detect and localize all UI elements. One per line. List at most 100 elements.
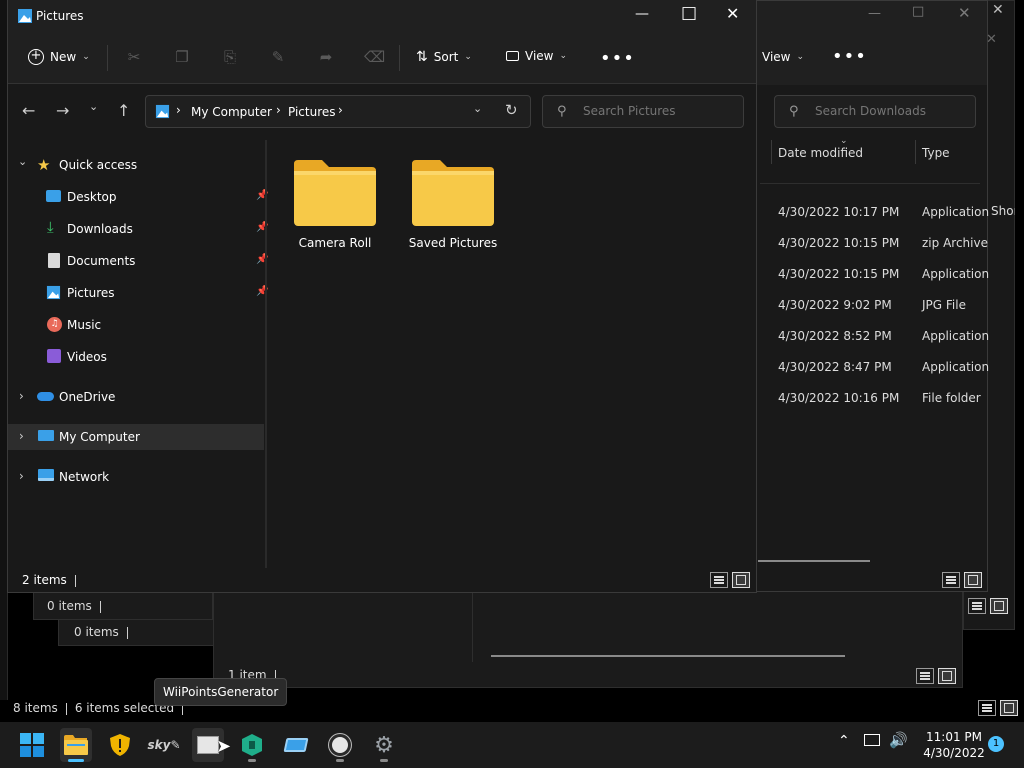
sidebar-item-videos[interactable]: Videos <box>8 344 264 370</box>
minimize-icon[interactable]: — <box>635 6 649 22</box>
details-view-button[interactable] <box>710 572 728 588</box>
sidebar-item-onedrive[interactable]: › OneDrive <box>8 384 264 410</box>
sidebar-item-pictures[interactable]: Pictures 📌 <box>8 280 268 306</box>
taskbar-sky-app[interactable]: sky✎ <box>148 728 181 762</box>
downloads-details-view-button[interactable] <box>942 572 960 588</box>
bg-scrollbar[interactable] <box>491 655 845 657</box>
up-arrow-icon[interactable]: ↑ <box>117 101 130 120</box>
desk-tiles-view-button[interactable] <box>1000 700 1018 716</box>
large-icons-view-button[interactable] <box>732 572 750 588</box>
network-tray-icon[interactable] <box>864 734 880 746</box>
taskbar-security-app[interactable] <box>104 728 136 762</box>
back-arrow-icon[interactable]: ← <box>22 101 35 120</box>
desktop-close-icon[interactable]: ✕ <box>992 2 1004 18</box>
recent-locations-chevron-icon[interactable]: ⌄ <box>89 100 98 113</box>
folder-item-camera-roll[interactable]: Camera Roll <box>285 158 385 250</box>
navigation-pane: ⌄ ★ Quick access Desktop 📌 ⤓ Downloads 📌… <box>8 140 268 568</box>
downloads-more-icon[interactable]: ••• <box>832 46 867 67</box>
rename-icon[interactable]: ✎ <box>268 48 288 68</box>
address-bar[interactable]: › My Computer › Pictures › ⌄ ↻ <box>145 95 531 128</box>
table-row[interactable]: 4/30/2022 10:15 PM Application <box>778 267 989 287</box>
chevron-right-icon[interactable]: › <box>19 469 24 483</box>
downloads-hscrollbar[interactable] <box>758 560 870 562</box>
sidebar-item-desktop[interactable]: Desktop 📌 <box>8 184 268 210</box>
start-button[interactable] <box>16 728 48 762</box>
bgr-details-view-button[interactable] <box>968 598 986 614</box>
breadcrumb-separator-icon[interactable]: › <box>276 103 281 117</box>
table-row[interactable]: 4/30/2022 9:02 PM JPG File <box>778 298 966 318</box>
forward-arrow-icon[interactable]: → <box>56 101 69 120</box>
downloads-tiles-view-button[interactable] <box>964 572 982 588</box>
chevron-right-icon[interactable]: › <box>19 429 24 443</box>
system-clock[interactable]: 11:01 PM 4/30/2022 <box>916 729 992 761</box>
downloads-view-button[interactable]: View ⌄ <box>762 50 804 64</box>
search-icon: ⚲ <box>557 104 567 119</box>
show-hidden-icons-chevron-icon[interactable]: ⌃ <box>838 733 850 749</box>
search-box[interactable]: ⚲ <box>542 95 744 128</box>
bg3-tiles-view-button[interactable] <box>938 668 956 684</box>
column-date-modified[interactable]: Date modified <box>778 146 863 160</box>
breadcrumb-separator-icon[interactable]: › <box>176 103 181 117</box>
sidebar-item-network[interactable]: › Network <box>8 464 264 490</box>
breadcrumb-separator-icon[interactable]: › <box>338 103 343 117</box>
table-row[interactable]: 4/30/2022 10:17 PM Application <box>778 205 989 225</box>
taskbar-clock-app[interactable] <box>324 728 356 762</box>
copy-icon[interactable]: ❐ <box>172 48 192 68</box>
status-bar: 2 items <box>8 568 756 592</box>
breadcrumb-my-computer[interactable]: My Computer <box>191 105 272 119</box>
sidebar-item-music[interactable]: ♫ Music <box>8 312 264 338</box>
new-button[interactable]: + New ⌄ <box>28 49 90 65</box>
table-row[interactable]: 4/30/2022 10:16 PM File folder <box>778 391 981 411</box>
sidebar-item-quick-access[interactable]: ⌄ ★ Quick access <box>8 152 264 178</box>
taskbar-drive-app[interactable] <box>280 728 312 762</box>
volume-icon[interactable]: 🔊 <box>889 731 908 749</box>
chevron-right-icon[interactable]: › <box>19 389 24 403</box>
downloads-search-input[interactable] <box>815 104 965 118</box>
downloads-search-box[interactable]: ⚲ <box>774 95 976 128</box>
delete-icon[interactable]: ⌫ <box>364 48 385 68</box>
maximize-icon[interactable]: □ <box>681 3 697 23</box>
table-row[interactable]: 4/30/2022 10:15 PM zip Archive <box>778 236 988 256</box>
sort-chevron-icon: ⌄ <box>840 136 848 146</box>
view-icon <box>506 51 519 61</box>
file-view: Camera Roll Saved Pictures <box>268 140 754 568</box>
column-type[interactable]: Type <box>922 146 950 160</box>
windows-logo-icon <box>20 733 44 757</box>
breadcrumb-pictures[interactable]: Pictures <box>288 105 336 119</box>
share-icon[interactable]: ➦ <box>316 48 336 68</box>
chevron-down-icon[interactable]: ⌄ <box>18 155 27 168</box>
downloads-minimize-icon[interactable]: — <box>868 6 881 21</box>
address-dropdown-chevron-icon[interactable]: ⌄ <box>473 102 482 115</box>
pane-splitter[interactable] <box>265 140 267 568</box>
cut-icon[interactable]: ✂ <box>124 48 144 68</box>
bg3-details-view-button[interactable] <box>916 668 934 684</box>
downloads-titlebar <box>741 1 987 85</box>
desk-details-view-button[interactable] <box>978 700 996 716</box>
downloads-search-icon: ⚲ <box>789 104 799 119</box>
more-options-icon[interactable]: ••• <box>600 48 635 69</box>
table-row[interactable]: 4/30/2022 8:52 PM Application <box>778 329 989 349</box>
taskbar-settings[interactable]: ⚙ <box>368 728 400 762</box>
downloads-maximize-icon[interactable]: □ <box>912 4 924 19</box>
bg-status-b: 0 items <box>74 625 136 639</box>
notification-badge[interactable]: 1 <box>988 736 1004 752</box>
sidebar-item-documents[interactable]: Documents 📌 <box>8 248 268 274</box>
taskbar-file-explorer[interactable] <box>60 728 92 762</box>
taskbar-tooltip: WiiPointsGenerator <box>154 678 288 706</box>
bgr-tiles-view-button[interactable] <box>990 598 1008 614</box>
paste-icon[interactable]: ⎘ <box>220 48 240 68</box>
sidebar-item-downloads[interactable]: ⤓ Downloads 📌 <box>8 216 268 242</box>
download-arrow-icon: ⤓ <box>47 218 54 236</box>
downloads-close-icon[interactable]: ✕ <box>958 4 971 22</box>
desktop-icon <box>46 190 61 202</box>
search-input[interactable] <box>583 104 733 118</box>
taskbar-hex-app[interactable] <box>236 728 268 762</box>
refresh-icon[interactable]: ↻ <box>505 101 518 119</box>
sidebar-item-my-computer[interactable]: › My Computer <box>8 424 264 450</box>
table-row[interactable]: 4/30/2022 8:47 PM Application <box>778 360 989 380</box>
close-icon[interactable]: ✕ <box>726 4 739 23</box>
bgr-close-icon[interactable]: ✕ <box>986 32 997 47</box>
folder-item-saved-pictures[interactable]: Saved Pictures <box>403 158 503 250</box>
view-button[interactable]: View ⌄ <box>506 49 567 63</box>
sort-button[interactable]: ⇅ Sort ⌄ <box>416 49 472 65</box>
